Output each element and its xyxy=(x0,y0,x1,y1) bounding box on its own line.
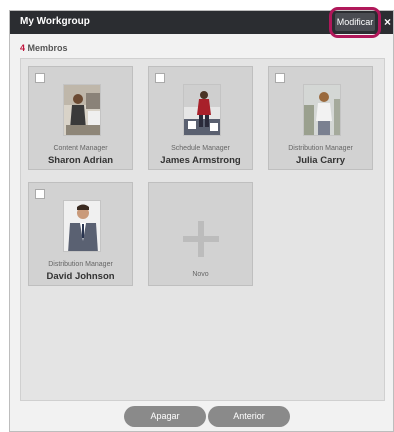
member-checkbox[interactable] xyxy=(35,189,45,199)
members-count-line: 4 Membros xyxy=(20,43,68,53)
dialog-title: My Workgroup xyxy=(20,16,90,27)
member-checkbox[interactable] xyxy=(35,73,45,83)
member-role: Schedule Manager xyxy=(171,145,230,152)
person-photo-icon xyxy=(63,200,101,252)
new-member-label: Novo xyxy=(192,271,209,278)
member-name: Sharon Adrian xyxy=(47,155,114,166)
member-card[interactable]: Distribution Manager David Johnson xyxy=(28,182,133,286)
back-button[interactable]: Anterior xyxy=(208,406,290,427)
member-role: Distribution Manager xyxy=(48,261,113,268)
person-photo-icon xyxy=(183,84,221,136)
new-member-card[interactable]: Novo xyxy=(148,182,253,286)
member-role: Distribution Manager xyxy=(288,145,353,152)
workgroup-dialog: My Workgroup Modificar × 4 Membros Conte… xyxy=(9,7,394,432)
title-bar: My Workgroup Modificar × xyxy=(10,7,393,38)
members-grid: Content Manager Sharon Adrian Schedule M… xyxy=(20,58,385,401)
members-count: 4 xyxy=(20,43,26,53)
member-card[interactable]: Schedule Manager James Armstrong xyxy=(148,66,253,170)
member-card[interactable]: Content Manager Sharon Adrian xyxy=(28,66,133,170)
member-name: James Armstrong xyxy=(160,155,241,166)
member-checkbox[interactable] xyxy=(155,73,165,83)
delete-button[interactable]: Apagar xyxy=(124,406,206,427)
member-name: Julia Carry xyxy=(295,155,346,166)
members-label: Membros xyxy=(27,43,68,53)
close-icon[interactable]: × xyxy=(384,15,391,29)
plus-icon xyxy=(183,221,219,257)
member-card[interactable]: Distribution Manager Julia Carry xyxy=(268,66,373,170)
modify-button[interactable]: Modificar xyxy=(335,13,375,31)
member-name: David Johnson xyxy=(46,271,115,282)
person-photo-icon xyxy=(63,84,101,136)
member-checkbox[interactable] xyxy=(275,73,285,83)
member-role: Content Manager xyxy=(53,145,108,152)
person-photo-icon xyxy=(303,84,341,136)
